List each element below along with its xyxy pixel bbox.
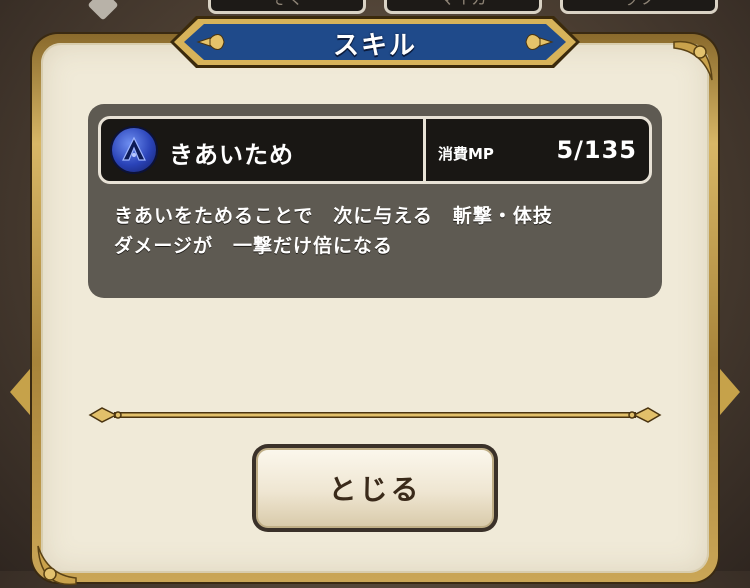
corner-ornament-icon bbox=[37, 545, 77, 586]
skill-panel: きあいため 消費MP 5/135 きあいをためることで 次に与える 斬撃・体技 … bbox=[88, 104, 662, 298]
close-button-label: とじる bbox=[328, 473, 422, 506]
skill-orb-icon bbox=[112, 128, 156, 172]
title-banner: スキル bbox=[166, 12, 584, 72]
mp-cost-label: 消費MP bbox=[438, 145, 494, 163]
description-line: きあいをためることで 次に与える 斬撃・体技 bbox=[114, 205, 553, 227]
skill-header: きあいため 消費MP 5/135 bbox=[98, 116, 652, 184]
close-button[interactable]: とじる bbox=[252, 444, 498, 532]
skill-name: きあいため bbox=[169, 141, 294, 169]
background-tab-label: ッツ bbox=[563, 0, 715, 13]
skill-description: きあいをためることで 次に与える 斬撃・体技 ダメージが 一撃だけ倍になる bbox=[114, 201, 644, 261]
close-button-face[interactable]: とじる bbox=[256, 448, 494, 528]
corner-ornament-icon bbox=[673, 40, 713, 81]
description-line: ダメージが 一撃だけ倍になる bbox=[114, 235, 394, 257]
ornament-divider-icon bbox=[88, 407, 662, 423]
mp-cost-value: 5/135 bbox=[556, 136, 637, 164]
flame-icon bbox=[122, 136, 146, 161]
header-divider bbox=[423, 119, 426, 181]
dialog-title: スキル bbox=[332, 31, 417, 61]
background-arrow-icon bbox=[87, 0, 119, 21]
